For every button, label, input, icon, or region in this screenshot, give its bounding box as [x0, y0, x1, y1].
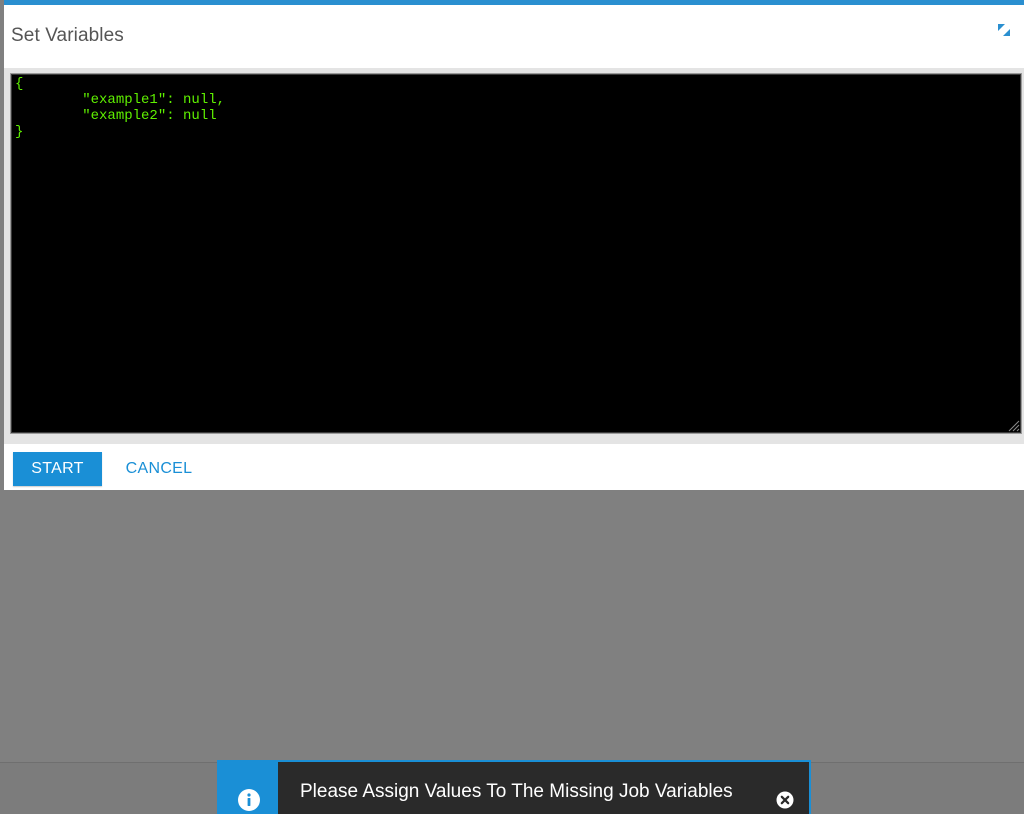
close-icon[interactable]: [776, 791, 794, 809]
dialog-footer: START CANCEL: [4, 444, 1024, 490]
notification-toast: Please Assign Values To The Missing Job …: [217, 760, 811, 814]
dialog-header: Set Variables: [4, 5, 1024, 68]
info-icon: [237, 788, 261, 812]
editor-content[interactable]: { "example1": null, "example2": null }: [11, 74, 1021, 140]
cancel-button[interactable]: CANCEL: [119, 452, 199, 486]
toast-message: Please Assign Values To The Missing Job …: [300, 781, 733, 802]
start-button[interactable]: START: [13, 452, 102, 486]
variables-json-editor[interactable]: { "example1": null, "example2": null }: [10, 73, 1022, 434]
toast-icon-area: [219, 762, 278, 814]
set-variables-dialog: Set Variables { "example1": null, "examp…: [4, 0, 1024, 490]
dialog-title: Set Variables: [11, 25, 124, 46]
expand-icon[interactable]: [996, 22, 1012, 38]
resize-grip-icon[interactable]: [1006, 418, 1020, 432]
